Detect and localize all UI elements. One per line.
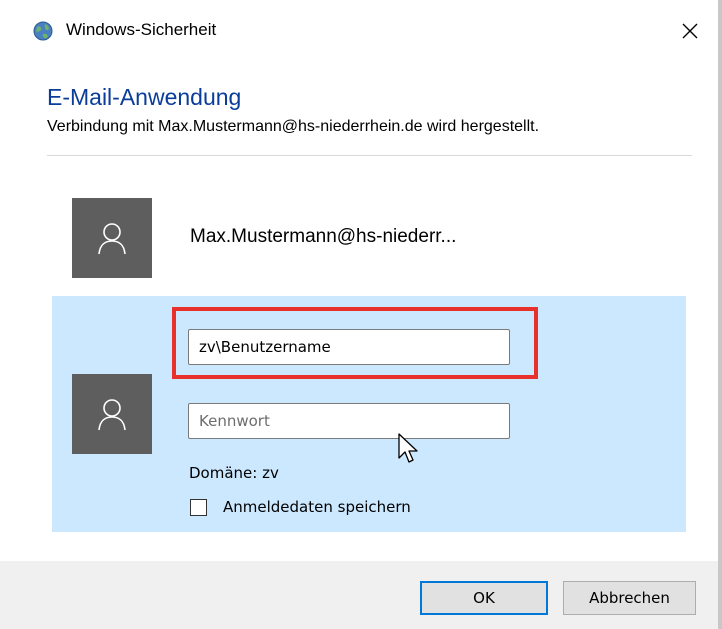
mouse-cursor-icon — [398, 433, 420, 472]
avatar — [72, 198, 152, 278]
password-input[interactable] — [188, 403, 510, 439]
user-icon — [98, 223, 126, 255]
user-icon — [98, 399, 126, 431]
checkbox-box[interactable] — [190, 498, 207, 516]
title-bar: Windows-Sicherheit — [0, 0, 718, 62]
divider — [47, 155, 692, 156]
remember-credentials-checkbox[interactable]: Anmeldedaten speichern — [190, 498, 411, 516]
close-button[interactable] — [672, 14, 708, 48]
account-option-selected[interactable]: Domäne: zv Anmeldedaten speichern — [52, 296, 686, 532]
cancel-button[interactable]: Abbrechen — [563, 581, 696, 615]
connection-message: Verbindung mit Max.Mustermann@hs-niederr… — [47, 118, 540, 135]
domain-label: Domäne: zv — [189, 464, 279, 482]
ok-button[interactable]: OK — [420, 581, 548, 615]
username-input[interactable] — [188, 329, 510, 365]
avatar — [72, 374, 152, 454]
checkbox-label: Anmeldedaten speichern — [223, 498, 411, 516]
button-bar: OK Abbrechen — [0, 561, 718, 629]
credential-dialog: Windows-Sicherheit E-Mail-Anwendung Verb… — [0, 0, 722, 629]
account-name: Max.Mustermann@hs-niederr... — [190, 226, 457, 247]
close-icon — [682, 23, 698, 39]
app-name: E-Mail-Anwendung — [47, 84, 242, 110]
globe-icon — [33, 21, 53, 41]
window-title: Windows-Sicherheit — [66, 20, 217, 39]
